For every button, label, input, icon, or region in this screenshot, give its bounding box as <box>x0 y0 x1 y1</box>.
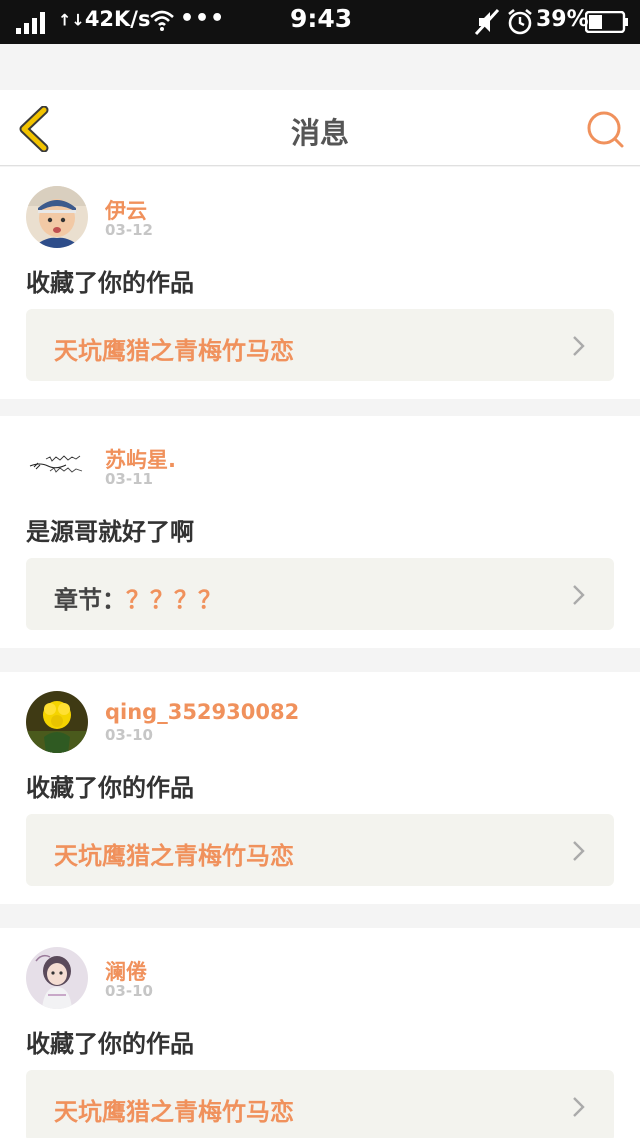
work-link[interactable]: 天坑鹰猎之青梅竹马恋 <box>26 309 614 381</box>
flower-avatar-image <box>26 691 88 753</box>
search-icon[interactable] <box>584 108 626 150</box>
battery-percent: 39% <box>536 7 589 32</box>
chevron-right-icon <box>573 1097 585 1117</box>
chevron-right-icon <box>573 336 585 356</box>
network-speed: ↑↓42K/s <box>58 7 151 31</box>
avatar[interactable] <box>26 691 88 753</box>
avatar[interactable] <box>26 186 88 248</box>
mute-icon <box>474 8 500 36</box>
message-item: 伊云 03-12 收藏了你的作品 天坑鹰猎之青梅竹马恋 <box>0 167 640 399</box>
battery-icon <box>585 11 628 33</box>
wifi-icon <box>150 10 174 31</box>
girl-avatar-image <box>26 947 88 1009</box>
chapter-link[interactable]: 章节：？？？？ <box>26 558 614 630</box>
work-link[interactable]: 天坑鹰猎之青梅竹马恋 <box>26 814 614 886</box>
message-text: 是源哥就好了啊 <box>26 518 194 546</box>
status-time: 9:43 <box>290 4 353 33</box>
work-title: 天坑鹰猎之青梅竹马恋 <box>54 1098 294 1126</box>
message-date: 03-10 <box>105 982 153 1000</box>
chevron-right-icon <box>573 585 585 605</box>
message-text: 收藏了你的作品 <box>26 1030 194 1058</box>
work-link[interactable]: 天坑鹰猎之青梅竹马恋 <box>26 1070 614 1138</box>
work-title: 天坑鹰猎之青梅竹马恋 <box>54 337 294 365</box>
alarm-icon <box>508 8 532 35</box>
chevron-right-icon <box>573 841 585 861</box>
message-item: 苏屿星. 03-11 是源哥就好了啊 章节：？？？？ <box>0 416 640 648</box>
message-text: 收藏了你的作品 <box>26 774 194 802</box>
signal-icon <box>16 12 45 34</box>
page-title: 消息 <box>290 116 349 150</box>
app-header: 消息 <box>0 90 640 166</box>
message-date: 03-11 <box>105 470 153 488</box>
message-text: 收藏了你的作品 <box>26 269 194 297</box>
status-bar: ↑↓42K/s ••• 9:43 39% <box>0 0 640 44</box>
baby-avatar-image <box>26 186 88 248</box>
message-item: 澜倦 03-10 收藏了你的作品 天坑鹰猎之青梅竹马恋 <box>0 928 640 1138</box>
work-title: 天坑鹰猎之青梅竹马恋 <box>54 842 294 870</box>
calligraphy-avatar-image <box>26 435 88 497</box>
message-date: 03-10 <box>105 726 153 744</box>
message-date: 03-12 <box>105 221 153 239</box>
username[interactable]: qing_352930082 <box>105 700 299 724</box>
more-status-dots: ••• <box>180 6 226 31</box>
message-item: qing_352930082 03-10 收藏了你的作品 天坑鹰猎之青梅竹马恋 <box>0 672 640 904</box>
avatar[interactable] <box>26 947 88 1009</box>
chapter-title: 章节：？？？？ <box>54 586 222 614</box>
avatar[interactable] <box>26 435 88 497</box>
